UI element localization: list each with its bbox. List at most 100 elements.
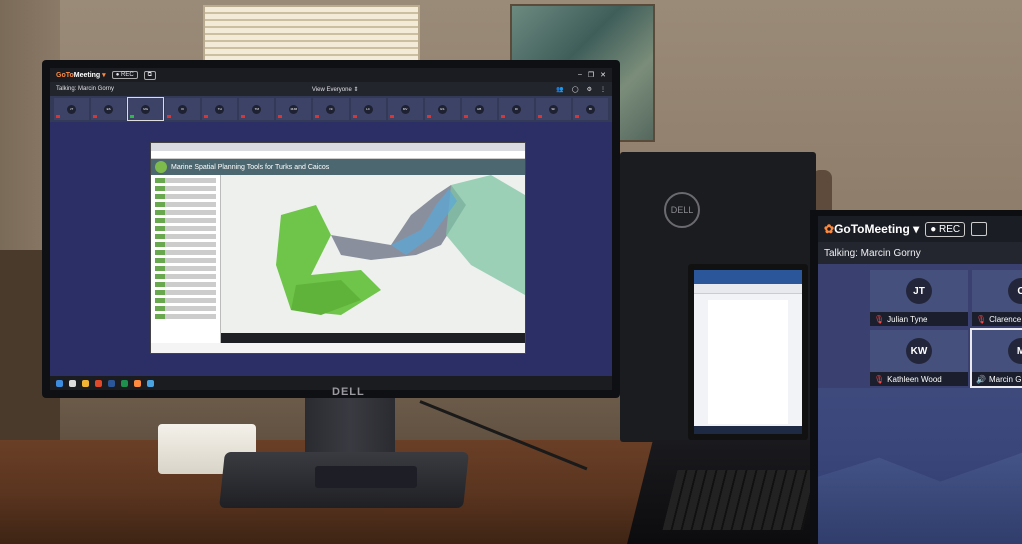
- window-controls: – ❐ ✕: [578, 71, 606, 79]
- laptop: [688, 264, 808, 440]
- participant-thumbnail[interactable]: MG: [127, 97, 165, 121]
- participant-thumbnail[interactable]: LC: [350, 98, 386, 120]
- participant-tile[interactable]: C 🎙Clarence S: [972, 270, 1022, 326]
- avatar: ID: [511, 104, 521, 114]
- participant-tile[interactable]: KW 🎙 Kathleen Wood: [870, 330, 968, 386]
- participant-name-bar: 🎙Clarence S: [972, 312, 1022, 326]
- avatar: JT: [906, 278, 932, 304]
- close-icon[interactable]: ✕: [600, 71, 606, 79]
- zoomed-share-icon[interactable]: [971, 222, 988, 236]
- more-icon[interactable]: ⋮: [600, 86, 606, 93]
- bank-shape: [446, 175, 525, 295]
- avatar: MG: [141, 104, 151, 114]
- participant-thumbnail[interactable]: TH: [202, 98, 238, 120]
- main-monitor: GoToMeeting ▾ ● REC ⧉ – ❐ ✕ Talking: Mar…: [42, 60, 620, 398]
- zoomed-rec-label: REC: [939, 223, 961, 235]
- word-document-page[interactable]: [708, 300, 788, 424]
- people-icon[interactable]: 👥: [556, 86, 563, 93]
- view-everyone-dropdown[interactable]: View Everyone ⇕: [312, 86, 359, 93]
- participant-thumbnail[interactable]: MV: [387, 98, 423, 120]
- app-icon[interactable]: [95, 379, 102, 387]
- word-toolbar: [694, 284, 802, 294]
- participant-thumbnail[interactable]: ES: [91, 98, 127, 120]
- participant-thumbnail[interactable]: JT: [54, 98, 90, 120]
- minimize-icon[interactable]: –: [578, 71, 582, 79]
- legend-row: [155, 290, 216, 295]
- mic-muted-icon: 🎙: [976, 314, 987, 324]
- edge-icon[interactable]: [147, 379, 154, 387]
- legend-row: [155, 258, 216, 263]
- folder-icon[interactable]: [82, 379, 89, 387]
- participant-thumbnail[interactable]: MJM: [276, 98, 312, 120]
- map-view[interactable]: [221, 175, 525, 343]
- zoomed-talking-bar: Talking: Marcin Gorny: [818, 242, 1022, 264]
- participant-thumbnail[interactable]: TM: [239, 98, 275, 120]
- app-title: Marine Spatial Planning Tools for Turks …: [171, 163, 330, 171]
- right-monitor: ✿GoToMeeting ▾ ● REC Talking: Marcin Gor…: [810, 210, 1022, 544]
- avatar: HB: [474, 104, 484, 114]
- shared-screen-window: Marine Spatial Planning Tools for Turks …: [150, 142, 526, 354]
- gtm-zoomed-brand-meeting: Meeting: [864, 222, 910, 236]
- gtm-logo[interactable]: GoToMeeting ▾: [56, 71, 106, 79]
- participant-name: Clarence S: [989, 314, 1022, 324]
- gtm-zoomed-title-bar: ✿GoToMeeting ▾ ● REC: [818, 216, 1022, 242]
- usb-hub: [315, 466, 417, 488]
- word-icon[interactable]: [108, 379, 115, 387]
- gtm-zoomed-flower-icon: ✿: [824, 222, 835, 236]
- map-islands: [276, 175, 525, 315]
- participant-name: Julian Tyne: [887, 314, 928, 324]
- participant-thumbnail[interactable]: BI: [572, 98, 608, 120]
- legend-row: [155, 178, 216, 183]
- rec-button[interactable]: ● REC: [111, 71, 138, 79]
- zoomed-talking-label: Talking: Marcin Gorny: [824, 247, 921, 259]
- avatar: NI: [326, 104, 336, 114]
- participant-thumbnail[interactable]: ID: [498, 98, 534, 120]
- avatar: TM: [252, 104, 262, 114]
- rec-label: REC: [120, 72, 134, 78]
- browser-url-bar: [151, 151, 525, 159]
- excel-icon[interactable]: [121, 379, 128, 387]
- legend-row: [155, 298, 216, 303]
- browser-tabs: [151, 143, 525, 151]
- legend-row: [155, 202, 216, 207]
- zoomed-rec-button[interactable]: ● REC: [925, 221, 966, 237]
- participant-name-bar: 🎙 Julian Tyne: [870, 312, 968, 326]
- participant-tile-speaking[interactable]: M 🔊 Marcin G: [970, 328, 1022, 388]
- gtm-brand-goto: GoTo: [56, 72, 74, 79]
- legend-row: [155, 314, 216, 319]
- dell-logo-icon: DELL: [664, 192, 700, 228]
- participant-tile[interactable]: JT 🎙 Julian Tyne: [870, 270, 968, 326]
- talking-bar: Talking: Marcin Gorny View Everyone ⇕ 👥 …: [50, 82, 612, 96]
- mic-muted-icon: 🎙: [874, 314, 885, 324]
- gtm-taskbar-icon[interactable]: [134, 379, 141, 387]
- settings-icon[interactable]: ⚙: [587, 86, 592, 93]
- avatar: BI: [585, 104, 595, 114]
- avatar: GS: [437, 104, 447, 114]
- avatar: LC: [363, 104, 373, 114]
- right-monitor-screen: ✿GoToMeeting ▾ ● REC Talking: Marcin Gor…: [818, 216, 1022, 544]
- participant-thumbnail[interactable]: HB: [461, 98, 497, 120]
- participant-thumbnail[interactable]: NI: [313, 98, 349, 120]
- inner-taskbar: [221, 333, 525, 343]
- avatar: MV: [400, 104, 410, 114]
- avatar: JT: [67, 104, 77, 114]
- laptop-keyboard: [662, 470, 818, 530]
- participant-thumbnail[interactable]: GS: [424, 98, 460, 120]
- share-icon[interactable]: ⧉: [143, 70, 156, 80]
- laptop-display: [694, 270, 802, 434]
- participant-thumbnail[interactable]: SF: [535, 98, 571, 120]
- restore-icon[interactable]: ❐: [588, 71, 594, 79]
- gtm-zoomed-logo[interactable]: ✿GoToMeeting ▾: [824, 222, 919, 236]
- participant-name: Marcin G: [988, 374, 1022, 384]
- legend-row: [155, 234, 216, 239]
- search-icon[interactable]: [69, 379, 76, 387]
- participant-thumbnail[interactable]: KI: [165, 98, 201, 120]
- participant-name: Kathleen Wood: [887, 374, 942, 384]
- participant-name-bar: 🔊 Marcin G: [972, 372, 1022, 386]
- start-icon[interactable]: [56, 379, 63, 387]
- windows-taskbar: [50, 376, 612, 390]
- chat-icon[interactable]: ◯: [572, 86, 579, 93]
- legend-row: [155, 250, 216, 255]
- main-monitor-screen: GoToMeeting ▾ ● REC ⧉ – ❐ ✕ Talking: Mar…: [50, 68, 612, 390]
- avatar: C: [1008, 278, 1022, 304]
